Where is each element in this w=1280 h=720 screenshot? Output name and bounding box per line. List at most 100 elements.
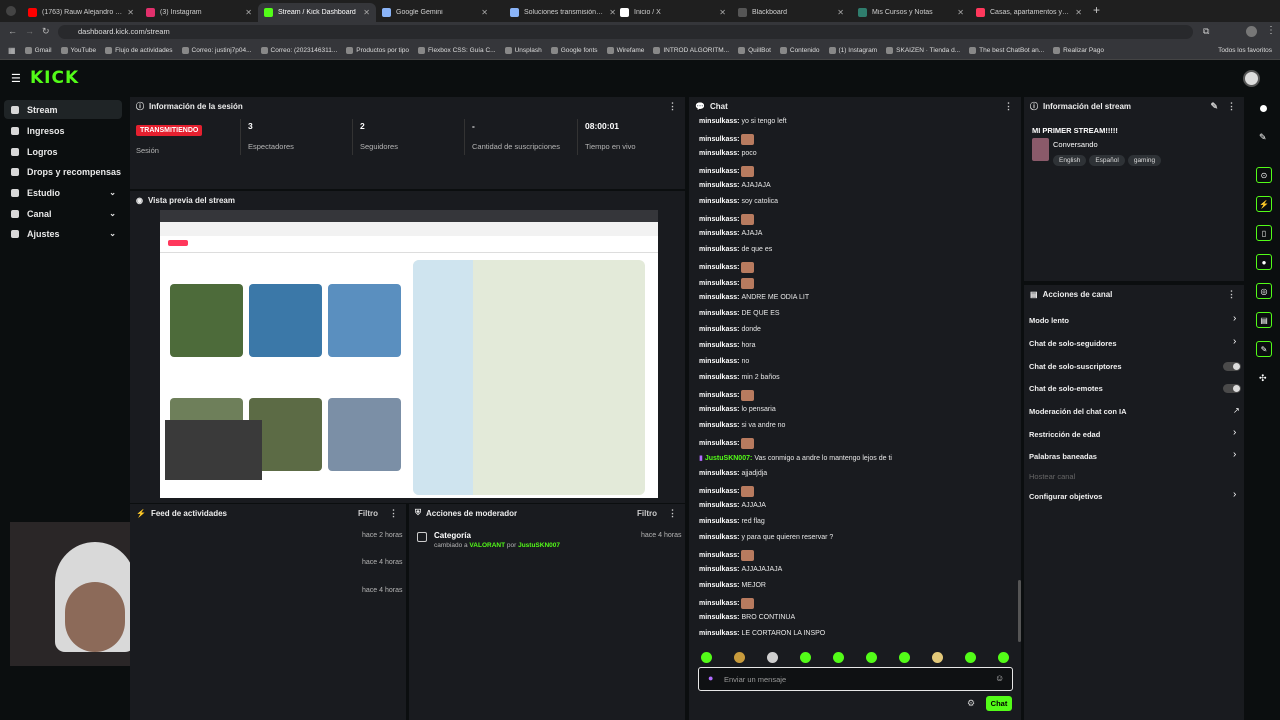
kebab-menu-icon[interactable]: ⋮: [1227, 289, 1236, 300]
browser-tab[interactable]: Blackboard ✕: [732, 3, 850, 22]
sidebar-item-canal[interactable]: Canal ⌄: [4, 204, 122, 223]
external-link-icon[interactable]: ↗: [1233, 406, 1240, 415]
stream-tag[interactable]: English: [1053, 155, 1087, 166]
chat-username[interactable]: minsulkass:: [699, 374, 739, 381]
new-tab-button[interactable]: +: [1093, 3, 1100, 17]
chat-scrollbar[interactable]: [1018, 580, 1021, 642]
channel-action-label[interactable]: Chat de solo-suscriptores: [1029, 362, 1122, 371]
pencil-icon[interactable]: ✎: [1259, 132, 1267, 143]
chevron-right-icon[interactable]: ›: [1233, 313, 1236, 324]
stream-preview-video[interactable]: [160, 210, 658, 498]
chat-username[interactable]: minsulkass:: [699, 230, 739, 237]
profile-avatar[interactable]: [1246, 26, 1257, 37]
chat-username[interactable]: JustuSKN007:: [705, 455, 752, 462]
sidebar-item-logros[interactable]: Logros: [4, 142, 122, 161]
emote-button[interactable]: [734, 652, 745, 663]
kebab-menu-icon[interactable]: ⋮: [1004, 101, 1013, 112]
bookmark-item[interactable]: Wirefame: [606, 47, 644, 54]
chat-username[interactable]: minsulkass:: [699, 246, 739, 253]
chat-username[interactable]: minsulkass:: [699, 502, 739, 509]
emote-button[interactable]: [701, 652, 712, 663]
chat-username[interactable]: minsulkass:: [699, 182, 739, 189]
channel-action-label[interactable]: Configurar objetivos: [1029, 492, 1102, 501]
layout-icon[interactable]: ▤: [1256, 312, 1272, 328]
emote-button[interactable]: [932, 652, 943, 663]
bookmark-item[interactable]: QuillBot: [738, 47, 771, 54]
bookmark-item[interactable]: Productos por tipo: [346, 47, 409, 54]
chat-username[interactable]: minsulkass:: [699, 518, 739, 525]
emote-button[interactable]: [899, 652, 910, 663]
chat-username[interactable]: minsulkass:: [699, 310, 739, 317]
browser-tab[interactable]: Google Gemini ✕: [376, 3, 494, 22]
hamburger-menu-icon[interactable]: ☰: [11, 72, 21, 85]
all-bookmarks-button[interactable]: Todos los favoritos: [1218, 47, 1272, 54]
chat-username[interactable]: minsulkass:: [699, 600, 739, 607]
kebab-menu-icon[interactable]: ⋮: [389, 508, 398, 519]
browser-tab[interactable]: (3) Instagram ✕: [140, 3, 258, 22]
bookmark-item[interactable]: (1) Instagram: [828, 47, 877, 54]
edit-pencil-icon[interactable]: ✎: [1210, 101, 1218, 112]
channel-action-label[interactable]: Restricción de edad: [1029, 430, 1100, 439]
phone-icon[interactable]: ▯: [1256, 225, 1272, 241]
chat-username[interactable]: minsulkass:: [699, 168, 739, 175]
tab-close-icon[interactable]: ✕: [245, 8, 252, 17]
bookmark-item[interactable]: Correo: justinj7p04...: [181, 47, 252, 54]
chat-username[interactable]: minsulkass:: [699, 422, 739, 429]
sidebar-item-stream[interactable]: Stream: [4, 100, 122, 119]
bookmark-item[interactable]: Gmail: [24, 47, 52, 54]
emoji-icon[interactable]: ☺: [995, 673, 1004, 683]
tab-close-icon[interactable]: ✕: [837, 8, 844, 17]
tab-close-icon[interactable]: ✕: [363, 8, 370, 17]
tab-close-icon[interactable]: ✕: [127, 8, 134, 17]
emote-button[interactable]: [866, 652, 877, 663]
settings-gear-icon[interactable]: ⚙: [967, 698, 975, 709]
stream-tag[interactable]: Español: [1089, 155, 1125, 166]
chat-icon[interactable]: ●: [1256, 254, 1272, 270]
sidebar-item-ajustes[interactable]: Ajustes ⌄: [4, 224, 122, 243]
toggle-switch[interactable]: [1223, 362, 1241, 371]
kebab-menu-icon[interactable]: ⋮: [668, 101, 677, 112]
bookmark-item[interactable]: Correo: (2023146311...: [260, 47, 337, 54]
channel-action-label[interactable]: Chat de solo-seguidores: [1029, 339, 1117, 348]
palette-icon[interactable]: ✣: [1259, 373, 1267, 384]
chat-username[interactable]: minsulkass:: [699, 280, 739, 287]
tab-close-icon[interactable]: ✕: [481, 8, 488, 17]
bookmark-item[interactable]: SKAIZEN · Tienda d...: [886, 47, 960, 54]
chat-username[interactable]: minsulkass:: [699, 264, 739, 271]
emote-button[interactable]: [767, 652, 778, 663]
extensions-icon[interactable]: ⧉: [1203, 26, 1209, 37]
wrench-icon[interactable]: ✎: [1256, 341, 1272, 357]
chat-send-button[interactable]: Chat: [986, 696, 1012, 711]
chat-username[interactable]: minsulkass:: [699, 118, 739, 125]
chevron-right-icon[interactable]: ›: [1233, 336, 1236, 347]
kebab-menu-icon[interactable]: ⋮: [1227, 101, 1236, 112]
browser-tab[interactable]: Soluciones transmisión OBS ✕: [504, 3, 622, 22]
bookmark-item[interactable]: Google fonts: [550, 47, 598, 54]
bookmark-item[interactable]: Flexbox CSS: Guía C...: [418, 47, 496, 54]
tab-close-icon[interactable]: ✕: [1075, 8, 1082, 17]
channel-action-label[interactable]: Palabras baneadas: [1029, 452, 1097, 461]
chat-username[interactable]: minsulkass:: [699, 326, 739, 333]
stream-tag[interactable]: gaming: [1127, 155, 1162, 166]
chevron-right-icon[interactable]: ›: [1233, 449, 1236, 460]
reload-icon[interactable]: ↻: [42, 26, 50, 37]
chat-username[interactable]: minsulkass:: [699, 294, 739, 301]
browser-tab[interactable]: Stream / Kick Dashboard ✕: [258, 3, 376, 22]
chat-username[interactable]: minsulkass:: [699, 358, 739, 365]
bookmark-item[interactable]: Realizar Pago: [1053, 47, 1104, 54]
kebab-menu-icon[interactable]: ⋮: [668, 508, 677, 519]
chat-input-box[interactable]: ● Enviar un mensaje ☺: [698, 667, 1013, 691]
mod-filter-button[interactable]: Filtro: [637, 509, 657, 518]
channel-action-label[interactable]: Chat de solo-emotes: [1029, 384, 1103, 393]
tab-search-icon[interactable]: [6, 6, 16, 16]
feed-filter-button[interactable]: Filtro: [358, 509, 378, 518]
bolt-icon[interactable]: ⚡: [1256, 196, 1272, 212]
chat-username[interactable]: minsulkass:: [699, 488, 739, 495]
back-icon[interactable]: ←: [8, 26, 17, 36]
toggle-switch[interactable]: [1223, 384, 1241, 393]
bookmark-item[interactable]: The best ChatBot an...: [969, 47, 1044, 54]
bookmark-item[interactable]: Contenido: [779, 47, 820, 54]
bookmark-item[interactable]: Flujo de actividades: [105, 47, 173, 54]
apps-grid-icon[interactable]: ▦: [8, 46, 16, 55]
chevron-right-icon[interactable]: ›: [1233, 489, 1236, 500]
